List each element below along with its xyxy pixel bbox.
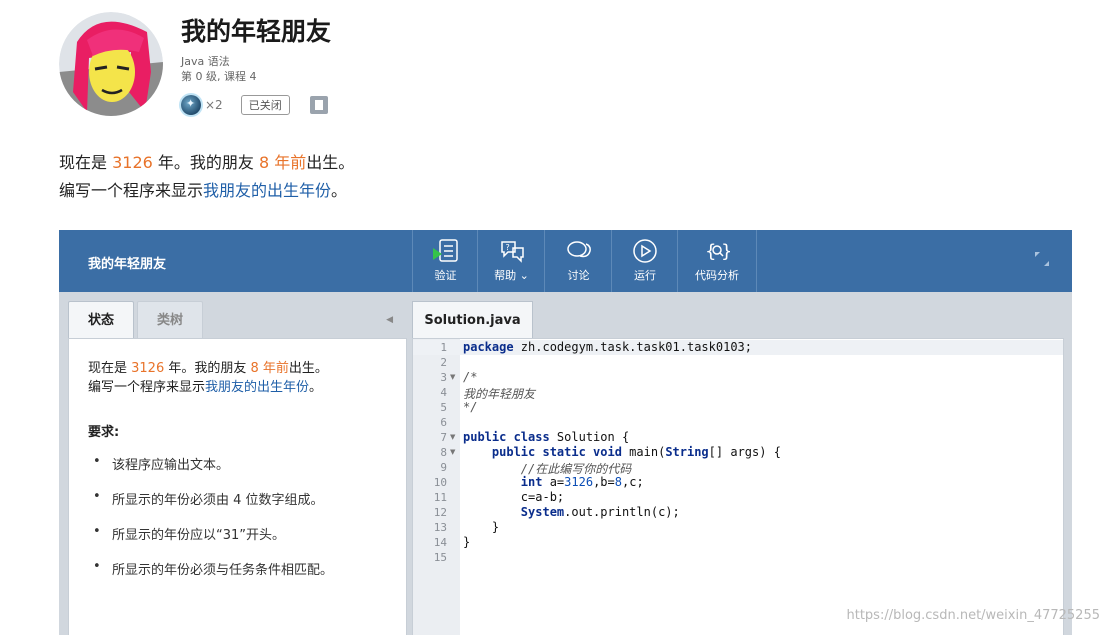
code-line: System.out.println(c); (520, 505, 680, 519)
code-line: /* (463, 370, 478, 384)
help-button[interactable]: ? 帮助 ⌄ (477, 230, 545, 292)
award-count: ×2 (205, 98, 223, 112)
task-conditions: 现在是 3126 年。我的朋友 8 年前出生。 编写一个程序来显示我朋友的出生年… (68, 338, 407, 635)
line-number: 1 (440, 341, 447, 354)
tab-class-tree[interactable]: 类树 (137, 301, 203, 339)
fold-arrow-icon[interactable]: ▼ (450, 373, 455, 381)
ide-toolbar: 我的年轻朋友 验证 ? 帮助 ⌄ 讨论 运行 {代码分析 (59, 230, 1072, 292)
line-number: 14 (433, 536, 447, 549)
help-label: 帮助 ⌄ (494, 269, 529, 282)
line-number: 11 (433, 491, 447, 504)
left-panel: 状态 类树 ◀ 现在是 3126 年。我的朋友 8 年前出生。 编写一个程序来显… (68, 300, 407, 635)
fold-arrow-icon[interactable]: ▼ (450, 448, 455, 456)
code-line: } (463, 520, 500, 534)
discussion-label: 讨论 (567, 269, 590, 282)
level-label: 第 0 级, 课程 4 (181, 70, 257, 83)
task-title: 我的年轻朋友 (181, 17, 332, 46)
line-number: 3 (440, 371, 447, 384)
line-number: 7 (440, 431, 447, 444)
requirement-item: 所显示的年份必须由 4 位数字组成。 (93, 489, 324, 508)
code-analysis-icon: { } (705, 241, 730, 262)
avatar (59, 12, 163, 116)
collapse-arrow-icon[interactable]: ◀ (386, 315, 393, 325)
description-line-1: 现在是 3126 年。我的朋友 8 年前出生。 (59, 153, 355, 172)
line-number: 5 (440, 401, 447, 414)
code-line: package zh.codegym.task.task01.task0103; (463, 340, 752, 354)
run-label: 运行 (634, 269, 656, 282)
code-line: } (463, 535, 471, 549)
svg-text:}: } (721, 241, 730, 262)
tab-solution-java[interactable]: Solution.java (412, 301, 533, 339)
badge-row: ✦ ×2 已关闭 (181, 94, 328, 116)
award-icon: ✦ (181, 95, 201, 115)
svg-text:?: ? (505, 243, 509, 252)
line-number: 10 (433, 476, 447, 489)
course-label: Java 语法 (181, 55, 230, 68)
line-number: 13 (433, 521, 447, 534)
expand-icon[interactable] (1034, 251, 1050, 267)
svg-text:{: { (705, 241, 716, 262)
condition-line-1: 现在是 3126 年。我的朋友 8 年前出生。 (88, 361, 328, 376)
code-line: public static void main(String[] args) { (491, 445, 781, 459)
requirement-item: 所显示的年份必须与任务条件相匹配。 (93, 559, 333, 578)
line-number: 8 (440, 446, 447, 459)
code-line: int a=3126,b=8,c; (520, 475, 644, 489)
verify-button[interactable]: 验证 (412, 230, 478, 292)
code-line: public class Solution { (463, 430, 630, 444)
requirement-item: 所显示的年份应以“31”开头。 (93, 524, 285, 543)
code-line: c=a-b; (463, 490, 565, 504)
tab-status[interactable]: 状态 (68, 301, 134, 339)
code-editor[interactable]: 1 2 3 4 5 6 7 8 9 10 11 12 13 14 15 ▼ ▼ ▼ package zh.c… (412, 338, 1064, 635)
help-icon: ? (500, 241, 524, 263)
verify-icon (432, 239, 458, 262)
code-analysis-label: 代码分析 (695, 269, 739, 282)
code-line: */ (463, 400, 478, 414)
document-icon[interactable] (309, 96, 328, 114)
requirement-item: 该程序应输出文本。 (93, 454, 229, 473)
line-number: 15 (433, 551, 447, 564)
line-number: 9 (440, 461, 447, 474)
run-icon (633, 239, 657, 263)
discussion-icon (566, 241, 591, 258)
line-number: 2 (440, 356, 447, 369)
watermark: https://blog.csdn.net/weixin_47725255 (846, 608, 1100, 623)
condition-line-2: 编写一个程序来显示我朋友的出生年份。 (88, 380, 323, 395)
line-number: 12 (433, 506, 447, 519)
right-panel: Solution.java 1 2 3 4 5 6 7 8 9 10 11 12 13 14 15 ▼ ▼ … (412, 300, 1072, 635)
fold-arrow-icon[interactable]: ▼ (450, 433, 455, 441)
run-button[interactable]: 运行 (611, 230, 678, 292)
discussion-button[interactable]: 讨论 (544, 230, 612, 292)
requirements-title: 要求: (88, 425, 120, 440)
code-analysis-button[interactable]: { } 代码分析 (677, 230, 757, 292)
ide-task-name: 我的年轻朋友 (88, 257, 167, 272)
web-ide: 我的年轻朋友 验证 ? 帮助 ⌄ 讨论 运行 {代码分析 状态 类树 ◀ 现在… (59, 230, 1072, 635)
line-number: 4 (440, 386, 447, 399)
verify-label: 验证 (434, 269, 457, 282)
description-line-2: 编写一个程序来显示我朋友的出生年份。 (59, 181, 348, 200)
line-number: 6 (440, 416, 447, 429)
status-badge: 已关闭 (240, 95, 290, 115)
